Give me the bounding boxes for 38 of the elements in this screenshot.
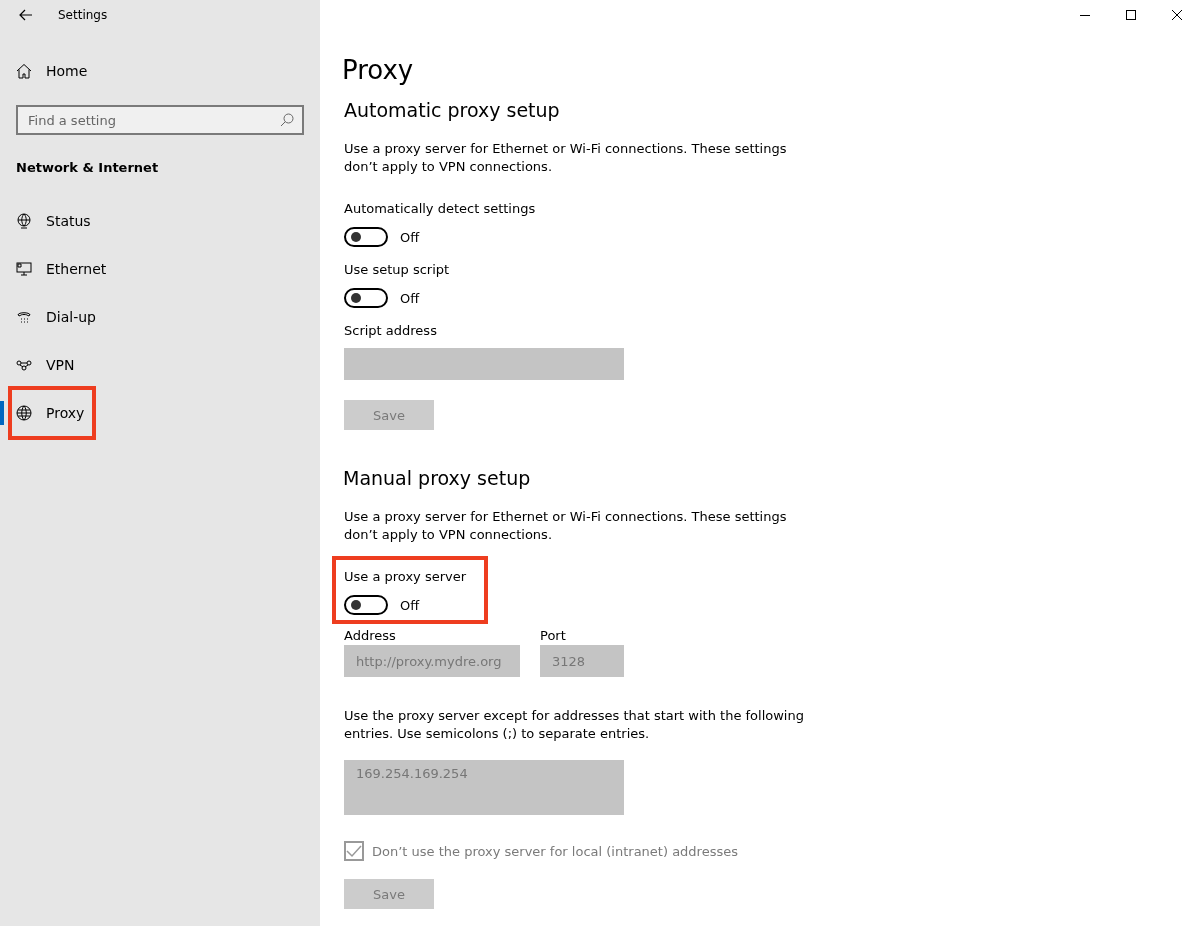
search-field[interactable]: Find a setting <box>16 105 304 135</box>
toggle-switch[interactable] <box>344 595 388 615</box>
toggle-switch[interactable] <box>344 288 388 308</box>
toggle-state: Off <box>400 229 420 245</box>
toggle-state: Off <box>400 597 420 613</box>
page-title: Proxy <box>342 54 415 87</box>
back-button[interactable] <box>18 7 34 23</box>
globe-icon <box>16 405 32 421</box>
section-heading: Network & Internet <box>16 160 160 175</box>
toggle-label: Automatically detect settings <box>344 200 537 218</box>
phone-icon <box>16 309 32 325</box>
field-label: Port <box>540 627 567 645</box>
nav-item[interactable]: Status <box>16 209 91 233</box>
description: Use a proxy server for Ethernet or Wi-Fi connections. These settings don’t apply to VPN connections. <box>344 140 788 176</box>
close-icon <box>1171 9 1183 21</box>
links-icon <box>16 357 32 373</box>
globe-monitor-icon <box>16 213 32 229</box>
nav-item[interactable]: Dial-up <box>16 305 96 329</box>
maximize-icon <box>1125 9 1137 21</box>
search-icon <box>280 113 294 127</box>
home-icon <box>16 63 32 79</box>
window-title: Settings <box>58 8 108 22</box>
nav-item[interactable]: VPN <box>16 353 75 377</box>
toggle-label: Use a proxy server <box>344 568 468 586</box>
checkmark-icon <box>346 843 362 859</box>
field-label: Script address <box>344 322 438 340</box>
monitor-icon <box>16 261 32 277</box>
description: Use a proxy server for Ethernet or Wi-Fi connections. These settings don’t apply to VPN connections. <box>344 508 788 544</box>
nav-item[interactable]: Proxy <box>16 401 85 425</box>
description: Use the proxy server except for addresses that start with the following entries. Use semicolons (;) to separate entries. <box>344 707 805 743</box>
toggle-switch[interactable] <box>344 227 388 247</box>
field-label: Address <box>344 627 397 645</box>
toggle-label: Use setup script <box>344 261 451 279</box>
section-heading: Manual proxy setup <box>343 466 532 491</box>
section-heading: Automatic proxy setup <box>344 98 561 123</box>
toggle-state: Off <box>400 290 420 306</box>
nav-item[interactable]: Ethernet <box>16 257 107 281</box>
home-nav-item[interactable]: Home <box>16 59 88 83</box>
